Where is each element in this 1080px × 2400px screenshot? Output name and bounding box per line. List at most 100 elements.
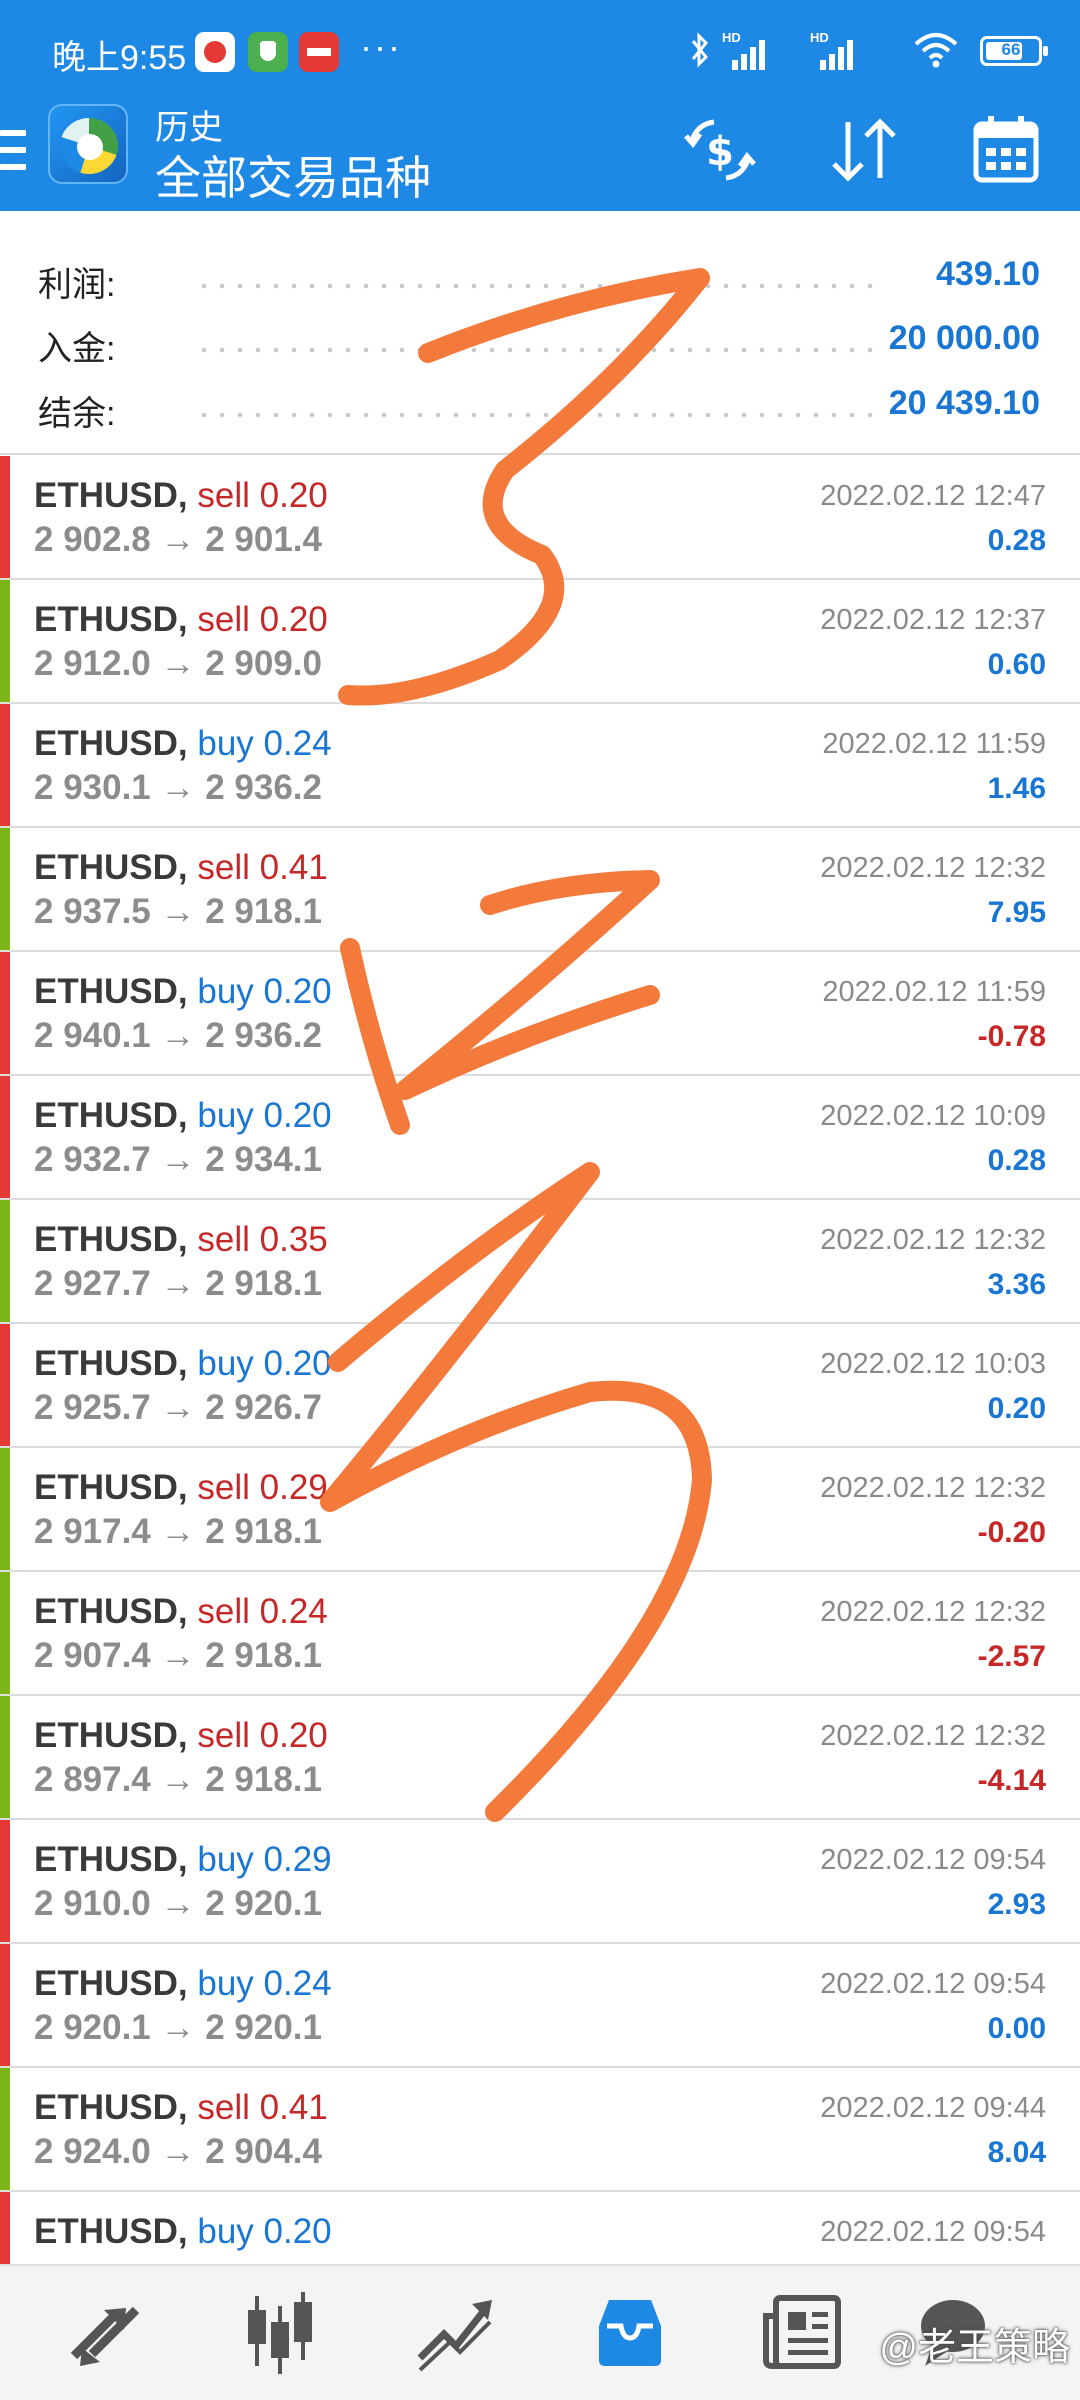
summary-value: 439.10 (936, 255, 1040, 293)
security-notification-icon (248, 32, 288, 72)
deal-symbol-line: ETHUSD, buy 0.20 (34, 2212, 332, 2252)
deal-volume: 0.20 (263, 1096, 332, 1135)
app-logo (48, 104, 128, 184)
deal-time: 2022.02.12 12:32 (820, 1224, 1046, 1256)
deal-row[interactable]: ETHUSD, sell 0.35 2 927.7 → 2 918.1 2022.0… (0, 1200, 1080, 1324)
summary-value: 20 000.00 (888, 319, 1040, 357)
deal-prices: 2 897.4 → 2 918.1 (34, 1760, 322, 1799)
deal-volume: 0.20 (263, 2212, 332, 2251)
status-bar: 晚上9:55 ··· HD HD 66 (0, 0, 1080, 100)
dotted-leader (195, 347, 880, 353)
deal-symbol: ETHUSD, (34, 1716, 188, 1755)
deal-time: 2022.02.12 12:32 (820, 852, 1046, 884)
deal-profit: 0.20 (987, 1392, 1046, 1425)
deal-time: 2022.02.12 11:59 (822, 728, 1046, 760)
deal-prices: 2 927.7 → 2 918.1 (34, 1264, 322, 1303)
deal-prices: 2 940.1 → 2 936.2 (34, 1016, 322, 1055)
deal-symbol-line: ETHUSD, buy 0.20 (34, 1344, 332, 1384)
deal-edge-marker (0, 2192, 10, 2264)
deal-symbol-line: ETHUSD, buy 0.20 (34, 972, 332, 1012)
deal-prices: 2 910.0 → 2 920.1 (34, 1884, 322, 1923)
deal-row[interactable]: ETHUSD, buy 0.29 2 910.0 → 2 920.1 2022.02… (0, 1820, 1080, 1944)
deal-time: 2022.02.12 10:03 (820, 1348, 1046, 1380)
deal-side: sell (197, 848, 250, 887)
system-icons: HD HD 66 (690, 30, 1048, 74)
deal-row[interactable]: ETHUSD, sell 0.20 2 902.8 → 2 901.4 2022.0… (0, 456, 1080, 580)
deal-side: sell (197, 600, 250, 639)
deal-row[interactable]: ETHUSD, buy 0.20 2 940.1 → 2 936.2 2022.02… (0, 952, 1080, 1076)
svg-text:$: $ (706, 129, 734, 175)
deal-profit: 0.28 (987, 524, 1046, 557)
deal-volume: 0.20 (259, 476, 328, 515)
deal-symbol: ETHUSD, (34, 972, 188, 1011)
deal-volume: 0.35 (259, 1220, 328, 1259)
deal-side: buy (197, 1344, 254, 1383)
deal-edge-marker (0, 1076, 10, 1198)
deal-row[interactable]: ETHUSD, buy 0.24 2 920.1 → 2 920.1 2022.02… (0, 1944, 1080, 2068)
deal-row[interactable]: ETHUSD, sell 0.24 2 907.4 → 2 918.1 2022.0… (0, 1572, 1080, 1696)
deal-row[interactable]: ETHUSD, sell 0.29 2 917.4 → 2 918.1 2022.0… (0, 1448, 1080, 1572)
cellular-signal-icon: HD (810, 30, 862, 70)
deal-profit: 8.04 (987, 2136, 1046, 2169)
sort-icon[interactable] (824, 110, 904, 190)
deal-prices: 2 937.5 → 2 918.1 (34, 892, 322, 931)
deal-edge-marker (0, 1820, 10, 1942)
deal-volume: 0.41 (259, 848, 328, 887)
deals-list: ETHUSD, sell 0.20 2 902.8 → 2 901.4 2022.0… (0, 456, 1080, 2264)
deal-row[interactable]: ETHUSD, buy 0.20 2022.02.12 09:54 (0, 2192, 1080, 2264)
profit-row: 利润: 439.10 (0, 247, 1080, 309)
deal-time: 2022.02.12 09:54 (820, 1844, 1046, 1876)
deal-time: 2022.02.12 12:32 (820, 1596, 1046, 1628)
top-bar: 晚上9:55 ··· HD HD 66 历史 全部交易品种 $ (0, 0, 1080, 211)
deal-edge-marker (0, 1944, 10, 2066)
deal-symbol: ETHUSD, (34, 1592, 188, 1631)
deal-symbol: ETHUSD, (34, 476, 188, 515)
deal-time: 2022.02.12 12:37 (820, 604, 1046, 636)
news-icon[interactable] (760, 2286, 850, 2376)
deal-symbol: ETHUSD, (34, 1964, 188, 2003)
deal-row[interactable]: ETHUSD, buy 0.20 2 925.7 → 2 926.7 2022.02… (0, 1324, 1080, 1448)
chart-icon[interactable] (235, 2286, 325, 2376)
deal-volume: 0.24 (263, 724, 332, 763)
deal-profit: -0.20 (977, 1516, 1046, 1549)
deal-symbol-line: ETHUSD, sell 0.41 (34, 848, 328, 888)
deal-time: 2022.02.12 12:32 (820, 1720, 1046, 1752)
deal-row[interactable]: ETHUSD, sell 0.20 2 897.4 → 2 918.1 2022.0… (0, 1696, 1080, 1820)
summary-label: 入金: (38, 330, 116, 368)
menu-icon[interactable] (0, 130, 26, 170)
deal-time: 2022.02.12 12:47 (820, 480, 1046, 512)
deal-side: buy (197, 972, 254, 1011)
battery-level: 66 (1001, 40, 1021, 59)
deal-symbol-line: ETHUSD, sell 0.29 (34, 1468, 328, 1508)
deal-symbol: ETHUSD, (34, 1220, 188, 1259)
deal-side: sell (197, 1220, 250, 1259)
hd-badge: HD (722, 30, 741, 45)
deal-edge-marker (0, 1324, 10, 1446)
page-title[interactable]: 全部交易品种 (155, 142, 431, 208)
deal-row[interactable]: ETHUSD, sell 0.20 2 912.0 → 2 909.0 2022.0… (0, 580, 1080, 704)
currency-exchange-icon[interactable]: $ (680, 110, 760, 190)
history-icon[interactable] (585, 2286, 675, 2376)
calendar-icon[interactable] (966, 110, 1046, 190)
deposit-row: 入金: 20 000.00 (0, 311, 1080, 373)
deal-side: buy (197, 1840, 254, 1879)
deal-row[interactable]: ETHUSD, buy 0.20 2 932.7 → 2 934.1 2022.02… (0, 1076, 1080, 1200)
more-notifications-icon: ··· (360, 26, 402, 67)
deal-symbol: ETHUSD, (34, 600, 188, 639)
divider (0, 453, 1080, 455)
deal-side: buy (197, 2212, 254, 2251)
trade-icon[interactable] (410, 2286, 500, 2376)
deal-time: 2022.02.12 11:59 (822, 976, 1046, 1008)
deal-side: sell (197, 1716, 250, 1755)
quotes-icon[interactable] (60, 2286, 150, 2376)
battery-icon: 66 (980, 36, 1048, 66)
deal-symbol-line: ETHUSD, buy 0.20 (34, 1096, 332, 1136)
deal-time: 2022.02.12 09:54 (820, 1968, 1046, 2000)
deal-symbol-line: ETHUSD, buy 0.24 (34, 724, 332, 764)
dotted-leader (195, 412, 880, 418)
account-summary: 利润: 439.10 入金: 20 000.00 结余: 20 439.10 (0, 211, 1080, 456)
deal-prices: 2 902.8 → 2 901.4 (34, 520, 322, 559)
deal-row[interactable]: ETHUSD, sell 0.41 2 937.5 → 2 918.1 2022.0… (0, 828, 1080, 952)
deal-row[interactable]: ETHUSD, sell 0.41 2 924.0 → 2 904.4 2022.0… (0, 2068, 1080, 2192)
deal-row[interactable]: ETHUSD, buy 0.24 2 930.1 → 2 936.2 2022.02… (0, 704, 1080, 828)
